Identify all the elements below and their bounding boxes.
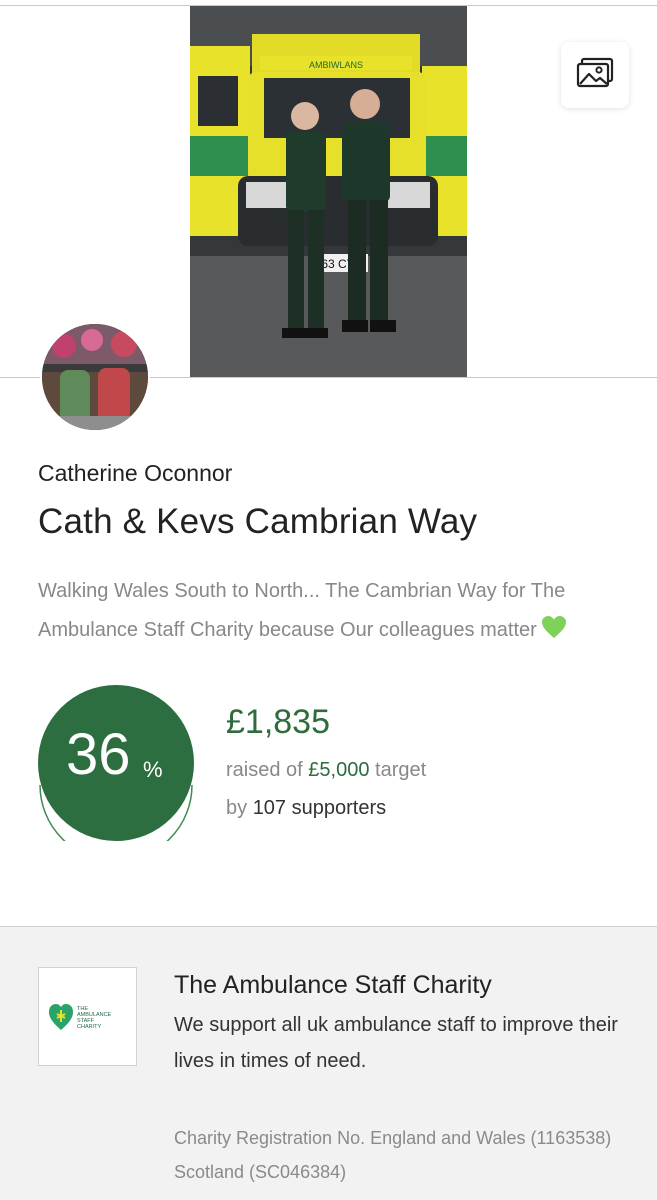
target-suffix: target: [375, 759, 427, 781]
fundraiser-description: Walking Wales South to North... The Camb…: [38, 572, 638, 653]
fundraiser-owner-name: Catherine Oconnor: [38, 460, 233, 486]
vehicle-text: AMBIWLANS: [309, 60, 363, 70]
target-line: raised of £5,000 target: [226, 759, 426, 782]
supporters-prefix: by: [226, 797, 248, 819]
progress-circle: 36 %: [38, 685, 194, 862]
charity-description: We support all uk ambulance staff to imp…: [174, 1014, 618, 1072]
progress-percent-sign: %: [143, 757, 163, 782]
page-title: Cath & Kevs Cambrian Way: [38, 502, 478, 541]
progress-percent: 36: [66, 722, 131, 787]
charity-registration: Charity Registration No. England and Wal…: [174, 1128, 612, 1182]
logo-line-4: CHARITY: [77, 1024, 101, 1030]
charity-panel: THE AMBULANCE STAFF CHARITY The Ambulanc…: [0, 926, 657, 1200]
raised-prefix: raised of: [226, 759, 303, 781]
raised-amount: £1,835: [226, 703, 330, 741]
fundraiser-description-text: Walking Wales South to North... The Camb…: [38, 580, 566, 641]
target-amount: £5,000: [308, 759, 370, 781]
gallery-button[interactable]: [561, 42, 629, 108]
charity-logo[interactable]: THE AMBULANCE STAFF CHARITY: [38, 967, 137, 1066]
charity-name[interactable]: The Ambulance Staff Charity: [174, 971, 492, 1000]
hero-photo[interactable]: AMBIWLANS 63 CY: [190, 6, 467, 377]
supporters-line: by 107 supporters: [226, 797, 386, 820]
green-heart-icon: [541, 614, 567, 653]
avatar[interactable]: [40, 322, 150, 432]
supporters-count[interactable]: 107 supporters: [253, 797, 386, 819]
image-gallery-icon: [576, 57, 614, 94]
